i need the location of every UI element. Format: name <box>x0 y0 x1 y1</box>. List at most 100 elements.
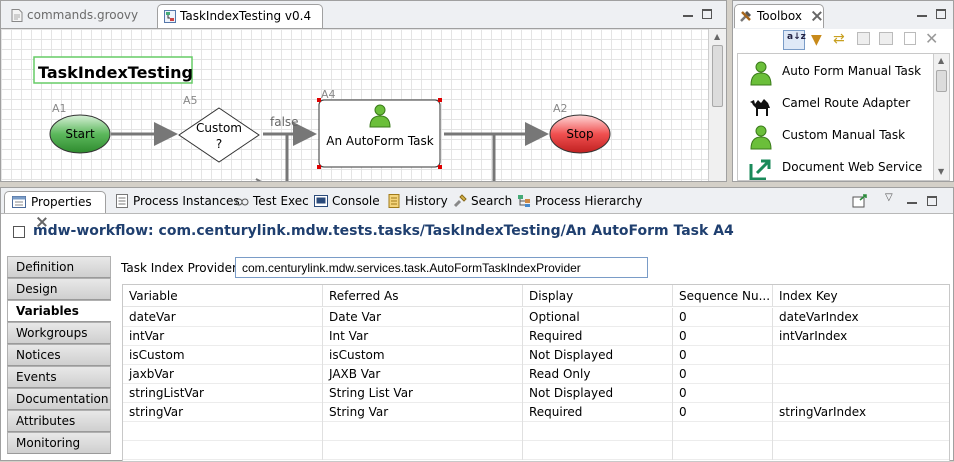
cell-index-key[interactable] <box>773 365 949 384</box>
delete-icon[interactable]: ✕ <box>925 29 938 48</box>
column-header-index-key[interactable]: Index Key <box>773 285 949 307</box>
cell-variable[interactable]: stringListVar <box>123 384 323 403</box>
maximize-icon[interactable] <box>936 9 946 19</box>
tab-toolbox[interactable]: Toolbox <box>734 4 824 28</box>
cell-referred-as[interactable]: String List Var <box>323 384 523 403</box>
edge-custom-down[interactable] <box>263 132 289 182</box>
cell-display[interactable] <box>523 441 673 460</box>
side-tab-events[interactable]: Events <box>7 366 111 388</box>
maximize-icon[interactable] <box>927 196 937 206</box>
table-row[interactable]: jaxbVar JAXB Var Read Only 0 <box>123 365 949 384</box>
cell-sequence-number[interactable]: 0 <box>673 365 773 384</box>
save-icon[interactable] <box>857 32 870 45</box>
side-tab-attributes[interactable]: Attributes <box>7 410 111 432</box>
table-row[interactable]: isCustom isCustom Not Displayed 0 <box>123 346 949 365</box>
column-header-sequence-number[interactable]: Sequence Nu... <box>673 285 773 307</box>
cell-index-key[interactable]: dateVarIndex <box>773 308 949 327</box>
cell-variable[interactable] <box>123 422 323 441</box>
scrollbar-thumb[interactable] <box>712 45 723 107</box>
tab-process-instances[interactable]: Process Instances <box>113 191 240 213</box>
close-icon[interactable] <box>812 11 822 21</box>
tab-commands-groovy[interactable]: commands.groovy <box>5 4 145 28</box>
cell-index-key[interactable] <box>773 441 949 460</box>
cell-referred-as[interactable]: isCustom <box>323 346 523 365</box>
cell-referred-as[interactable]: String Var <box>323 403 523 422</box>
cell-referred-as[interactable]: Int Var <box>323 327 523 346</box>
scrollbar-thumb[interactable] <box>936 70 947 92</box>
maximize-icon[interactable] <box>702 9 712 19</box>
table-row[interactable]: dateVar Date Var Optional 0 dateVarIndex <box>123 308 949 327</box>
tab-console[interactable]: Console <box>312 191 380 213</box>
cell-display[interactable]: Not Displayed <box>523 384 673 403</box>
cell-display[interactable]: Not Displayed <box>523 346 673 365</box>
cell-variable[interactable]: stringVar <box>123 403 323 422</box>
table-row[interactable] <box>123 422 949 441</box>
cell-sequence-number[interactable] <box>673 441 773 460</box>
tab-history[interactable]: History <box>385 191 448 213</box>
tab-test-exec[interactable]: Test Exec <box>233 191 309 213</box>
side-tab-notices[interactable]: Notices <box>7 344 111 366</box>
side-tab-variables[interactable]: Variables <box>7 300 111 322</box>
cell-index-key[interactable]: stringVarIndex <box>773 403 949 422</box>
cell-referred-as[interactable] <box>323 441 523 460</box>
cell-display[interactable]: Required <box>523 327 673 346</box>
task-index-provider-input[interactable] <box>235 257 648 278</box>
cell-index-key[interactable]: intVarIndex <box>773 327 949 346</box>
sync-icon[interactable]: ⇄ <box>833 31 845 47</box>
sort-az-button[interactable]: a↓z <box>783 30 806 50</box>
diagram-canvas[interactable]: TaskIndexTesting false A1 Start A5 Custo… <box>1 29 708 182</box>
column-header-referred-as[interactable]: Referred As <box>323 285 523 307</box>
editor-vertical-scrollbar[interactable]: ▲ <box>708 29 726 181</box>
column-header-variable[interactable]: Variable <box>123 285 323 307</box>
toolbox-item-document-web-service[interactable]: Document Web Service <box>748 154 938 180</box>
side-tab-documentation[interactable]: Documentation <box>7 388 111 410</box>
table-row[interactable]: intVar Int Var Required 0 intVarIndex <box>123 327 949 346</box>
minimize-icon[interactable] <box>683 9 693 19</box>
toolbox-item-auto-form-manual-task[interactable]: Auto Form Manual Task <box>748 58 938 88</box>
pin-icon[interactable] <box>852 194 868 208</box>
cell-sequence-number[interactable]: 0 <box>673 403 773 422</box>
minimize-icon[interactable] <box>917 9 927 19</box>
cell-sequence-number[interactable]: 0 <box>673 346 773 365</box>
tab-search[interactable]: Search <box>451 191 512 213</box>
table-row[interactable]: stringVar String Var Required 0 stringVarInd… <box>123 403 949 422</box>
side-tab-definition[interactable]: Definition <box>7 256 111 278</box>
filter-icon[interactable]: ▼ <box>811 32 822 48</box>
cell-sequence-number[interactable] <box>673 422 773 441</box>
cell-index-key[interactable] <box>773 422 949 441</box>
cell-variable[interactable]: jaxbVar <box>123 365 323 384</box>
cell-display[interactable]: Optional <box>523 308 673 327</box>
edge-task-down[interactable] <box>444 132 496 182</box>
view-menu-icon[interactable]: ▽ <box>885 192 893 203</box>
toolbox-item-camel-route-adapter[interactable]: Camel Route Adapter <box>748 90 938 120</box>
cell-index-key[interactable] <box>773 384 949 403</box>
minimize-icon[interactable] <box>907 196 917 206</box>
cell-variable[interactable]: dateVar <box>123 308 323 327</box>
side-tab-workgroups[interactable]: Workgroups <box>7 322 111 344</box>
copy-icon[interactable] <box>879 32 893 45</box>
cell-display[interactable]: Required <box>523 403 673 422</box>
cell-sequence-number[interactable]: 0 <box>673 308 773 327</box>
toolbox-scrollbar[interactable]: ▲ ▼ <box>933 54 949 180</box>
cell-variable[interactable]: intVar <box>123 327 323 346</box>
cell-referred-as[interactable]: JAXB Var <box>323 365 523 384</box>
cell-variable[interactable]: isCustom <box>123 346 323 365</box>
cell-sequence-number[interactable]: 0 <box>673 384 773 403</box>
cell-sequence-number[interactable]: 0 <box>673 327 773 346</box>
side-tab-design[interactable]: Design <box>7 278 111 300</box>
cell-index-key[interactable] <box>773 346 949 365</box>
side-tab-monitoring[interactable]: Monitoring <box>7 432 111 454</box>
cell-referred-as[interactable] <box>323 422 523 441</box>
cell-display[interactable]: Read Only <box>523 365 673 384</box>
tab-process-hierarchy[interactable]: Process Hierarchy <box>515 191 642 213</box>
cell-referred-as[interactable]: Date Var <box>323 308 523 327</box>
cell-variable[interactable] <box>123 441 323 460</box>
scroll-up-icon[interactable]: ▲ <box>938 56 944 65</box>
cell-display[interactable] <box>523 422 673 441</box>
toolbox-item-custom-manual-task[interactable]: Custom Manual Task <box>748 122 938 152</box>
scroll-up-icon[interactable]: ▲ <box>714 32 720 41</box>
table-row[interactable] <box>123 441 949 460</box>
table-row[interactable]: stringListVar String List Var Not Displaye… <box>123 384 949 403</box>
scroll-down-icon[interactable]: ▼ <box>938 167 944 176</box>
decision-node[interactable] <box>178 107 260 163</box>
